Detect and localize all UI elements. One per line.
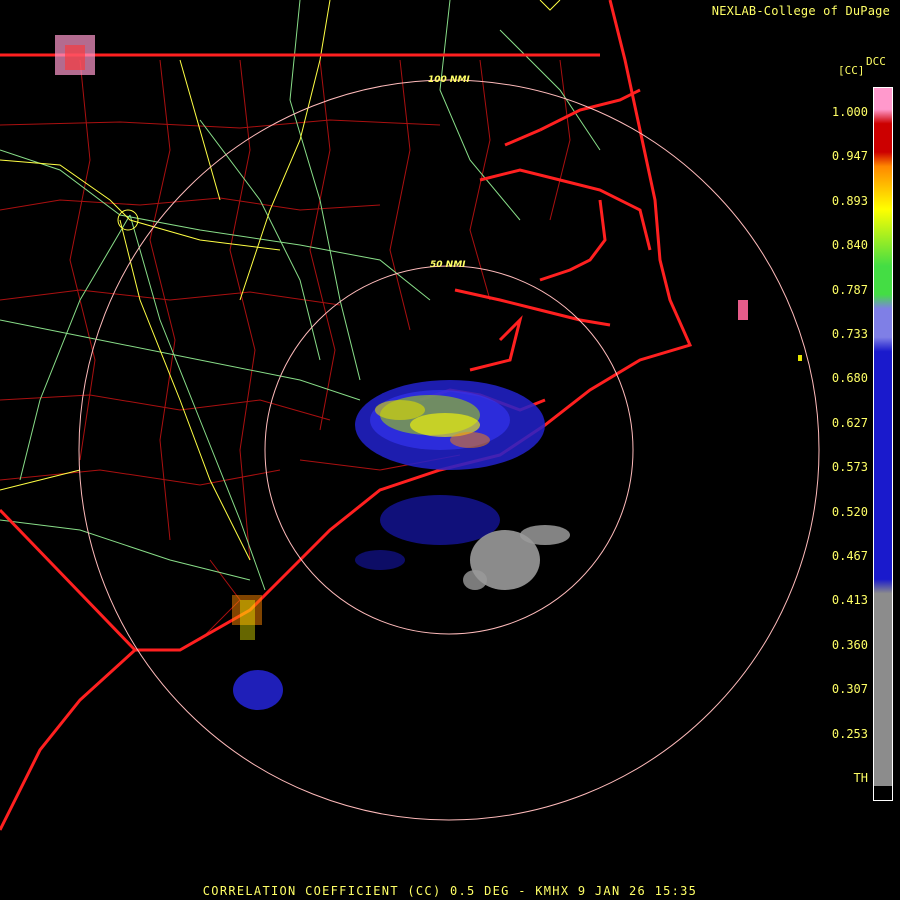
legend-tick-label: 0.893 (831, 193, 868, 208)
legend-tick-label: 0.787 (831, 282, 868, 297)
legend-tick-label: 0.360 (831, 637, 868, 652)
range-ring-label-100: 100 NMI (428, 75, 470, 85)
legend-tick-label: 0.573 (831, 460, 868, 475)
interstates (0, 0, 561, 561)
legend-tick-label: 0.680 (831, 371, 868, 386)
radar-echoes (55, 35, 802, 710)
legend-tick-label: 0.253 (831, 726, 868, 741)
legend-unit: [CC] (838, 64, 865, 77)
radar-map[interactable]: 50 NMI 100 NMI (0, 0, 900, 900)
radar-viewer: 50 NMI 100 NMI NEXLAB-College of DuPage … (0, 0, 900, 900)
credit-label: NEXLAB-College of DuPage (711, 4, 890, 18)
legend-tick-label: 0.307 (831, 682, 868, 697)
legend-tick-label: 0.733 (831, 327, 868, 341)
legend-tick-label: 0.840 (831, 238, 868, 253)
legend-tick-label: 0.413 (831, 593, 868, 608)
legend-tick-label: 0.467 (831, 549, 868, 563)
legend-tick-label: 0.520 (831, 504, 868, 519)
legend-product: DCC (866, 55, 886, 68)
product-caption: CORRELATION COEFFICIENT (CC) 0.5 DEG - K… (202, 884, 698, 898)
legend-tick-label: 0.947 (831, 149, 868, 164)
legend-tick-label: 0.627 (831, 415, 868, 430)
coastline (0, 0, 693, 831)
legend-tick-label: TH (853, 771, 868, 785)
legend-tick-label: 1.000 (831, 105, 868, 119)
color-scale-bar (873, 87, 893, 801)
range-ring-label-50: 50 NMI (430, 260, 466, 270)
highways (0, 0, 601, 591)
